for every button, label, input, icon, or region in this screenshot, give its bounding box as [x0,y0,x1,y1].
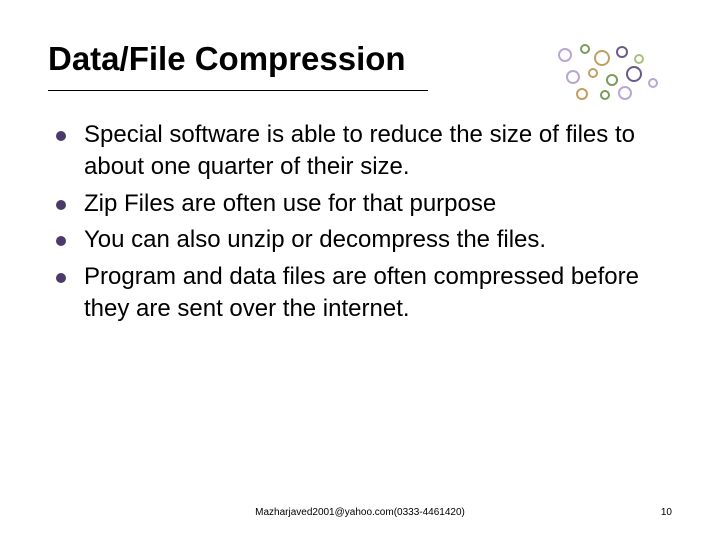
footer-contact: Mazharjaved2001@yahoo.com(0333-4461420) [0,507,720,518]
bullet-icon [56,131,66,141]
list-item-text: Program and data files are often compres… [84,261,672,326]
bullet-icon [56,236,66,246]
list-item: Program and data files are often compres… [56,261,672,326]
list-item-text: You can also unzip or decompress the fil… [84,224,546,256]
bullet-icon [56,200,66,210]
list-item: You can also unzip or decompress the fil… [56,224,672,256]
page-number: 10 [661,507,672,518]
list-item-text: Special software is able to reduce the s… [84,119,672,184]
list-item-text: Zip Files are often use for that purpose [84,188,496,220]
slide-title: Data/File Compression [48,40,428,91]
decorative-circles [552,44,672,104]
list-item: Zip Files are often use for that purpose [56,188,672,220]
bullet-list: Special software is able to reduce the s… [48,119,672,325]
slide: Data/File Compression Special software i… [0,0,720,540]
bullet-icon [56,273,66,283]
list-item: Special software is able to reduce the s… [56,119,672,184]
